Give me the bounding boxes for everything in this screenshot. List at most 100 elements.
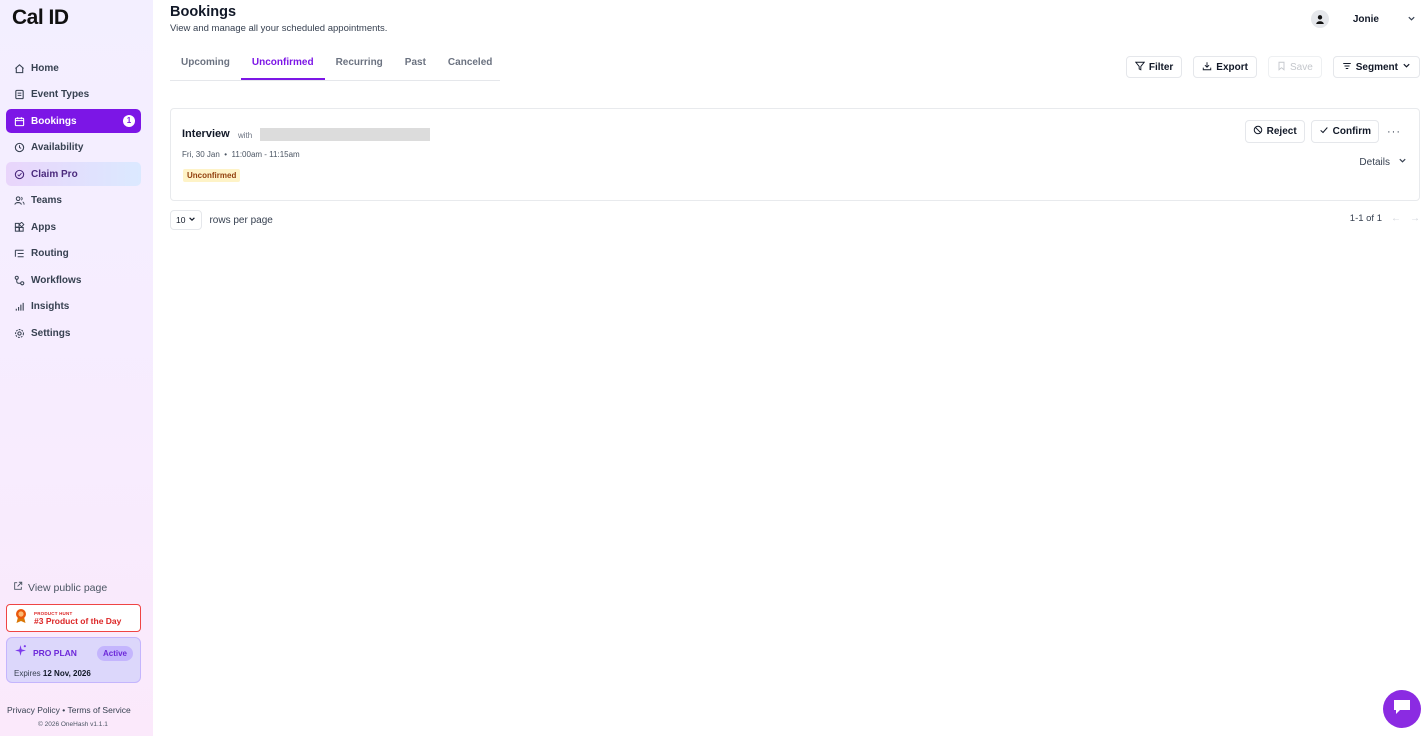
award-medal-icon: [14, 608, 28, 629]
booking-title: Interview: [182, 128, 230, 140]
pagination-range: 1-1 of 1: [1349, 213, 1382, 224]
view-public-page-link[interactable]: View public page: [13, 581, 107, 594]
main-content: Bookings View and manage all your schedu…: [153, 0, 1424, 736]
booking-date: Fri, 30 Jan: [182, 150, 220, 159]
sidebar-item-label: Bookings: [31, 115, 77, 127]
tab-unconfirmed[interactable]: Unconfirmed: [240, 50, 325, 80]
users-icon: [13, 195, 25, 207]
bookmark-icon: [1277, 61, 1286, 74]
pagination: 1-1 of 1 ← →: [1350, 213, 1420, 224]
confirm-label: Confirm: [1332, 126, 1371, 137]
external-link-icon: [13, 581, 23, 594]
chevron-down-icon: [1398, 156, 1407, 168]
sidebar-item-claim-pro[interactable]: Claim Pro: [6, 162, 141, 186]
booking-card: Interview with Fri, 30 Jan • 11:00am - 1…: [170, 108, 1420, 201]
bookings-count-badge: 1: [123, 115, 135, 127]
app-logo[interactable]: Cal ID: [12, 6, 69, 30]
terms-of-service-link[interactable]: Terms of Service: [67, 705, 130, 715]
arrow-left-icon[interactable]: ←: [1391, 213, 1401, 224]
sidebar-item-insights[interactable]: Insights: [6, 295, 141, 319]
sidebar-item-routing[interactable]: Routing: [6, 242, 141, 266]
sidebar-item-apps[interactable]: Apps: [6, 215, 141, 239]
sidebar-item-availability[interactable]: Availability: [6, 136, 141, 160]
user-menu[interactable]: Jonie: [1310, 10, 1416, 28]
booking-actions: Reject Confirm ···: [1244, 120, 1403, 143]
tab-upcoming[interactable]: Upcoming: [170, 50, 241, 80]
sidebar-item-label: Workflows: [31, 274, 82, 286]
sidebar: Cal ID Home Event Types Bookings 1 Avail…: [0, 0, 153, 736]
arrow-right-icon[interactable]: →: [1410, 213, 1420, 224]
filter-button[interactable]: Filter: [1125, 56, 1183, 78]
rows-per-page: 10 rows per page: [170, 210, 273, 230]
reject-button[interactable]: Reject: [1244, 120, 1305, 143]
sidebar-item-bookings[interactable]: Bookings 1: [6, 109, 141, 133]
sidebar-item-label: Teams: [31, 195, 62, 206]
tab-recurring[interactable]: Recurring: [325, 50, 394, 80]
tab-canceled[interactable]: Canceled: [437, 50, 503, 80]
sparkle-icon: [14, 644, 27, 662]
toolbar: Filter Export Save Segment: [1125, 56, 1420, 78]
status-badge: Unconfirmed: [183, 169, 241, 182]
pro-plan-expiry: Expires 12 Nov, 2026: [14, 669, 133, 678]
user-name: Jonie: [1352, 13, 1379, 25]
pro-plan-status-badge: Active: [96, 645, 133, 661]
segment-lines-icon: [1342, 61, 1352, 74]
save-button[interactable]: Save: [1267, 56, 1322, 78]
filter-icon: [1134, 61, 1145, 74]
clock-icon: [13, 142, 25, 154]
booking-tabs: Upcoming Unconfirmed Recurring Past Canc…: [170, 50, 500, 81]
export-button[interactable]: Export: [1193, 56, 1257, 78]
sidebar-item-label: Routing: [31, 248, 69, 259]
sidebar-item-workflows[interactable]: Workflows: [6, 268, 141, 292]
rows-per-page-select[interactable]: 10: [170, 210, 203, 230]
redacted-attendee: [260, 128, 430, 141]
expires-label: Expires: [14, 669, 41, 678]
sidebar-item-label: Availability: [31, 142, 84, 153]
sidebar-item-label: Home: [31, 62, 59, 74]
export-label: Export: [1216, 61, 1248, 73]
product-hunt-title: #3 Product of the Day: [34, 615, 122, 626]
rows-per-page-label: rows per page: [209, 214, 273, 226]
details-toggle[interactable]: Details: [1359, 156, 1407, 168]
ban-icon: [1253, 125, 1263, 138]
sidebar-item-label: Event Types: [31, 89, 90, 100]
pro-plan-title: PRO PLAN: [33, 648, 77, 658]
sidebar-item-settings[interactable]: Settings: [6, 321, 141, 345]
chevron-down-icon: [1407, 14, 1416, 25]
calendar-icon: [13, 115, 25, 127]
segment-button[interactable]: Segment: [1332, 56, 1420, 78]
chat-bubble-icon: [1392, 698, 1412, 721]
footer-separator: •: [62, 705, 66, 715]
privacy-policy-link[interactable]: Privacy Policy: [7, 705, 60, 715]
chevron-down-icon: [1402, 61, 1411, 73]
confirm-button[interactable]: Confirm: [1310, 120, 1379, 143]
check-icon: [1319, 125, 1329, 138]
tab-past[interactable]: Past: [394, 50, 437, 80]
copyright-text: © 2026 OneHash v1.1.1: [38, 721, 108, 728]
details-label: Details: [1359, 156, 1390, 168]
claim-pro-icon: [13, 168, 25, 180]
sidebar-item-teams[interactable]: Teams: [6, 189, 141, 213]
pro-plan-card[interactable]: PRO PLAN Active Expires 12 Nov, 2026: [6, 637, 141, 683]
page-subtitle: View and manage all your scheduled appoi…: [170, 23, 388, 34]
sidebar-item-home[interactable]: Home: [6, 56, 141, 80]
product-hunt-badge[interactable]: PRODUCT HUNT #3 Product of the Day: [6, 604, 141, 632]
home-icon: [13, 62, 25, 74]
insights-icon: [13, 301, 25, 313]
footer-links: Privacy Policy • Terms of Service: [7, 705, 131, 715]
sidebar-item-label: Claim Pro: [31, 168, 78, 180]
booking-dot: •: [224, 150, 228, 159]
workflows-icon: [13, 274, 25, 286]
routing-icon: [13, 248, 25, 260]
filter-label: Filter: [1148, 61, 1174, 73]
booking-datetime: Fri, 30 Jan • 11:00am - 11:15am: [182, 150, 300, 159]
chat-support-button[interactable]: [1383, 690, 1421, 728]
view-public-page-label: View public page: [28, 581, 108, 594]
download-icon: [1202, 61, 1212, 74]
sidebar-nav: Home Event Types Bookings 1 Availability…: [6, 56, 141, 348]
event-types-icon: [13, 89, 25, 101]
apps-icon: [13, 221, 25, 233]
sidebar-item-event-types[interactable]: Event Types: [6, 83, 141, 107]
gear-icon: [13, 327, 25, 339]
more-options-icon[interactable]: ···: [1385, 126, 1403, 138]
